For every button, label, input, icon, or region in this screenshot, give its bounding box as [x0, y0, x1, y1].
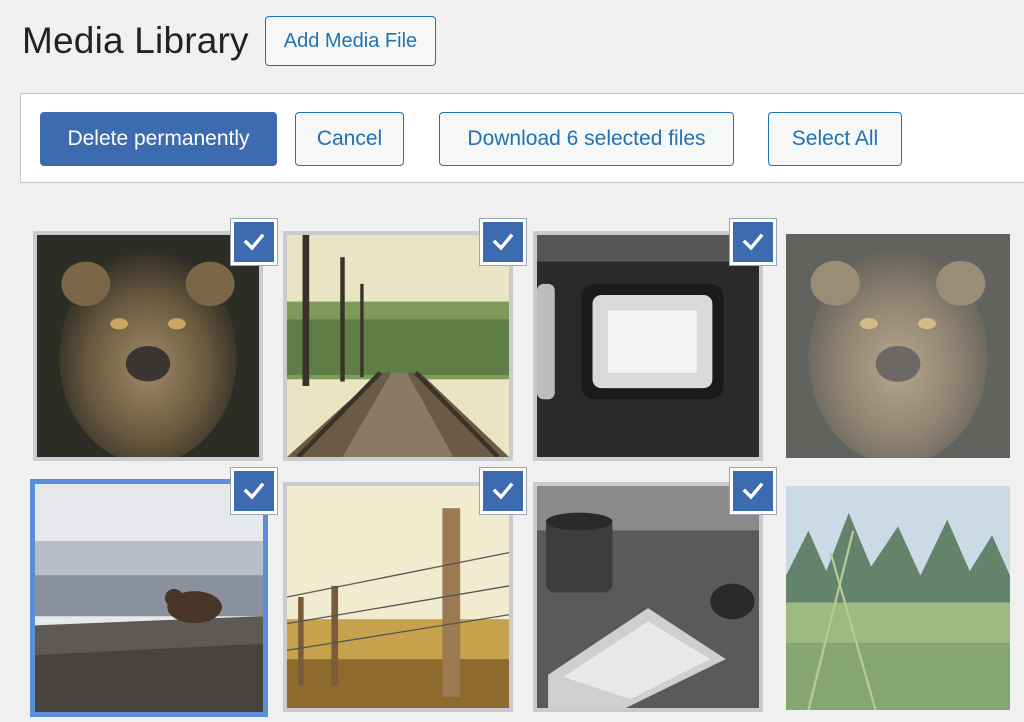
selected-check-railway[interactable] [479, 218, 527, 266]
media-item-lioness[interactable] [33, 231, 263, 461]
select-all-button[interactable]: Select All [768, 112, 902, 166]
selected-check-train-window[interactable] [729, 218, 777, 266]
media-item-train-window[interactable] [533, 231, 763, 461]
grass-field-image [786, 486, 1010, 710]
checkmark-icon [243, 482, 265, 500]
selected-check-bear[interactable] [230, 467, 278, 515]
checkmark-icon [742, 233, 764, 251]
media-item-railway[interactable] [283, 231, 513, 461]
coffee-keyboard-image [537, 486, 759, 708]
media-item-bear[interactable] [30, 479, 268, 717]
lioness-image [786, 234, 1010, 458]
cancel-button[interactable]: Cancel [295, 112, 404, 166]
lioness-image [37, 235, 259, 457]
bear-image [35, 484, 263, 712]
selected-check-fence[interactable] [479, 467, 527, 515]
selected-check-lioness[interactable] [230, 218, 278, 266]
download-selected-button[interactable]: Download 6 selected files [439, 112, 734, 166]
checkmark-icon [742, 482, 764, 500]
checkmark-icon [492, 233, 514, 251]
fence-post-image [287, 486, 509, 708]
selected-check-coffee-keyboard[interactable] [729, 467, 777, 515]
media-item-fence[interactable] [283, 482, 513, 712]
train-window-image [537, 235, 759, 457]
media-item-grass[interactable] [786, 486, 1010, 710]
page-title: Media Library [22, 20, 249, 61]
delete-permanently-button[interactable]: Delete permanently [40, 112, 277, 166]
add-media-file-button[interactable]: Add Media File [264, 16, 437, 66]
media-item-lioness-copy[interactable] [786, 234, 1010, 458]
page-header: Media Library Add Media File [22, 16, 437, 66]
media-item-coffee-keyboard[interactable] [533, 482, 763, 712]
checkmark-icon [492, 482, 514, 500]
bulk-select-toolbar: Delete permanently Cancel Download 6 sel… [20, 93, 1024, 183]
checkmark-icon [243, 233, 265, 251]
railway-tracks-image [287, 235, 509, 457]
